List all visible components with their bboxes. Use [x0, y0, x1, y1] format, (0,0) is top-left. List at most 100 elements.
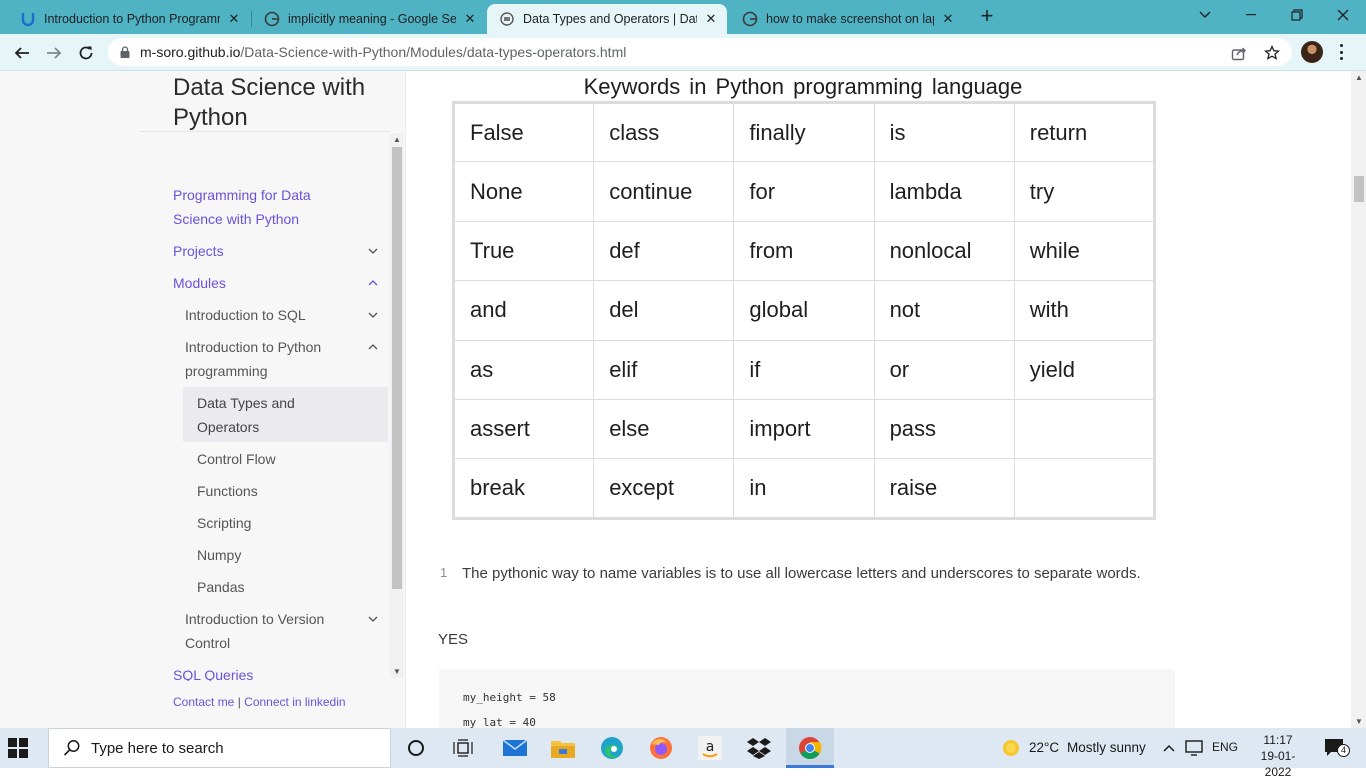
sidebar-scroll-thumb[interactable]: [392, 147, 402, 589]
keyword-cell: raise: [873, 458, 1015, 519]
mail-icon[interactable]: [502, 736, 528, 760]
code-block: my_height = 58 my_lat = 40: [439, 669, 1175, 728]
keyword-cell: from: [733, 220, 875, 282]
sidebar-scrollbar[interactable]: ▲ ▼: [390, 133, 404, 678]
share-icon[interactable]: [1230, 44, 1248, 62]
sidebar: Data Science with Python Programming for…: [0, 71, 406, 728]
close-tab-icon[interactable]: ✕: [940, 11, 956, 27]
chevron-up-icon[interactable]: [367, 341, 379, 353]
keyword-cell: assert: [452, 398, 595, 460]
windows-start-icon[interactable]: [8, 738, 28, 758]
system-clock[interactable]: 11:17 19-01-2022: [1248, 732, 1308, 780]
chevron-up-tray-icon[interactable]: [1157, 736, 1181, 760]
cortana-icon[interactable]: [403, 736, 429, 760]
sidebar-item-projects[interactable]: Projects: [173, 239, 224, 263]
sidebar-item-pandas[interactable]: Pandas: [197, 575, 244, 599]
reload-button[interactable]: [73, 40, 99, 66]
keyword-cell: None: [452, 161, 595, 222]
bookmark-star-icon[interactable]: [1263, 44, 1281, 62]
back-button[interactable]: [9, 40, 35, 66]
close-window-button[interactable]: [1320, 0, 1366, 30]
scroll-up-arrow-icon[interactable]: ▲: [393, 135, 401, 144]
contact-links: Contact me | Connect in linkedin: [173, 695, 346, 709]
file-explorer-icon[interactable]: [550, 736, 576, 760]
minimize-button[interactable]: [1228, 0, 1274, 30]
keyword-cell: False: [452, 101, 595, 163]
sidebar-item-programming-for-data-science[interactable]: Programming for Data Science with Python: [173, 183, 343, 231]
sidebar-item-sql-queries[interactable]: SQL Queries: [173, 663, 253, 681]
chevron-up-icon[interactable]: [367, 277, 379, 289]
restore-button[interactable]: [1274, 0, 1320, 30]
browser-tab-google-implicitly[interactable]: implicitly meaning - Google Sear ✕: [252, 4, 486, 34]
sidebar-item-intro-python[interactable]: Introduction to Python programming: [185, 335, 345, 383]
forward-button[interactable]: [41, 40, 67, 66]
sidebar-item-intro-version-control[interactable]: Introduction to Version Control: [185, 607, 345, 655]
sidebar-item-data-types-operators[interactable]: Data Types and Operators: [197, 391, 327, 439]
browser-tab-data-types[interactable]: Data Types and Operators | Data ✕: [487, 4, 727, 34]
edge-icon[interactable]: [599, 736, 625, 760]
taskbar-search-box[interactable]: Type here to search: [48, 728, 391, 768]
sidebar-item-control-flow[interactable]: Control Flow: [197, 447, 276, 471]
scroll-down-arrow-icon[interactable]: ▼: [393, 667, 401, 676]
tab-search-chevron-icon[interactable]: [1182, 0, 1228, 30]
contact-me-link[interactable]: Contact me: [173, 695, 234, 709]
table-row: assert else import pass: [452, 398, 1156, 460]
keyword-cell: is: [873, 101, 1015, 163]
display-settings-icon[interactable]: [1182, 736, 1206, 760]
lock-icon[interactable]: [120, 46, 130, 58]
keyword-cell: return: [1013, 101, 1156, 163]
keyword-cell: lambda: [873, 161, 1015, 222]
scroll-up-arrow-icon[interactable]: ▲: [1355, 73, 1363, 82]
clock-time: 11:17: [1263, 733, 1293, 747]
page-scrollbar[interactable]: ▲ ▼: [1351, 71, 1366, 728]
google-icon: [742, 11, 758, 27]
notification-center-icon[interactable]: 4: [1320, 736, 1350, 760]
new-tab-button[interactable]: +: [976, 5, 998, 28]
chevron-down-icon[interactable]: [367, 309, 379, 321]
keyword-cell: try: [1013, 161, 1156, 222]
firefox-icon[interactable]: [648, 736, 674, 760]
close-tab-icon[interactable]: ✕: [226, 11, 242, 27]
udacity-icon: [20, 11, 36, 27]
browser-tab-udacity[interactable]: Introduction to Python Programm ✕: [8, 4, 250, 34]
sidebar-item-modules[interactable]: Modules: [173, 271, 226, 295]
browser-menu-icon[interactable]: [1338, 44, 1344, 60]
browser-tab-google-screenshot[interactable]: how to make screenshot on lapto ✕: [730, 4, 964, 34]
page-scroll-thumb[interactable]: [1354, 176, 1364, 202]
url-host: m-soro.github.io: [140, 44, 241, 60]
close-tab-icon[interactable]: ✕: [703, 11, 719, 27]
sidebar-item-numpy[interactable]: Numpy: [197, 543, 241, 567]
chevron-down-icon[interactable]: [367, 245, 379, 257]
scroll-down-arrow-icon[interactable]: ▼: [1355, 717, 1363, 726]
sidebar-item-intro-sql[interactable]: Introduction to SQL: [185, 303, 306, 327]
contact-separator: |: [237, 695, 241, 709]
table-row: as elif if or yield: [452, 339, 1156, 400]
close-tab-icon[interactable]: ✕: [462, 11, 478, 27]
linkedin-link[interactable]: Connect in linkedin: [244, 695, 345, 709]
keyword-cell: nonlocal: [873, 220, 1015, 282]
weather-temperature[interactable]: 22°C: [1029, 740, 1059, 755]
main-content: Keywords in Python programming language …: [407, 71, 1351, 728]
browser-tab-strip: Introduction to Python Programm ✕ implic…: [0, 0, 1366, 34]
profile-avatar[interactable]: [1301, 41, 1323, 63]
table-row: None continue for lambda try: [452, 161, 1156, 222]
chrome-icon[interactable]: [797, 736, 823, 760]
chevron-down-icon[interactable]: [367, 613, 379, 625]
dropbox-icon[interactable]: [746, 736, 772, 760]
address-bar[interactable]: m-soro.github.io/Data-Science-with-Pytho…: [108, 38, 1292, 66]
weather-description[interactable]: Mostly sunny: [1067, 740, 1146, 755]
table-row: and del global not with: [452, 280, 1156, 341]
code-line: my_lat = 40: [463, 716, 536, 728]
weather-sun-icon[interactable]: [998, 736, 1024, 760]
notification-count-badge: 4: [1337, 744, 1350, 757]
site-title[interactable]: Data Science with Python: [173, 73, 383, 133]
language-indicator[interactable]: ENG: [1212, 740, 1238, 754]
yes-label: YES: [438, 631, 469, 648]
keyword-cell: global: [733, 280, 875, 341]
search-icon: [63, 739, 81, 757]
search-placeholder: Type here to search: [91, 739, 224, 757]
sidebar-item-scripting[interactable]: Scripting: [197, 511, 251, 535]
sidebar-item-functions[interactable]: Functions: [197, 479, 258, 503]
task-view-icon[interactable]: [450, 736, 476, 760]
amazon-icon[interactable]: a: [697, 736, 723, 760]
